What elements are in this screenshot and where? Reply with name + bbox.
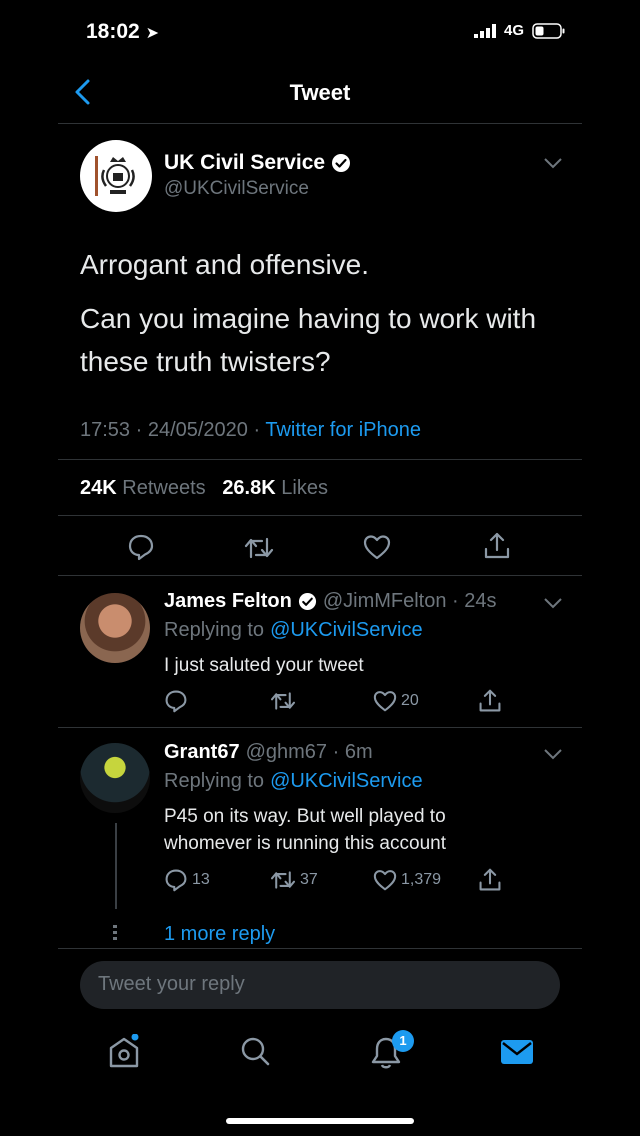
network-type: 4G [503, 22, 524, 39]
reply-reply-button[interactable] [164, 689, 192, 713]
author-name-text: UK Civil Service [164, 151, 326, 174]
like-count: 20 [401, 692, 419, 709]
reply-like-button[interactable]: 20 [373, 690, 419, 712]
like-button[interactable] [363, 534, 391, 560]
share-icon [479, 868, 501, 891]
battery-icon [532, 22, 565, 39]
replying-prefix: Replying to [164, 770, 265, 792]
divider [58, 515, 582, 516]
reply-reply-button[interactable]: 13 [164, 868, 210, 892]
like-count: 1,379 [401, 871, 442, 888]
retweets-stat[interactable]: 24K Retweets [80, 477, 206, 499]
divider [58, 459, 582, 460]
home-icon [109, 1034, 139, 1068]
retweet-button[interactable] [244, 535, 274, 561]
reply-avatar[interactable] [80, 743, 150, 813]
author-name[interactable]: UK Civil Service [164, 151, 351, 175]
retweet-icon [270, 692, 296, 710]
tweet-timestamp: 17:53 · 24/05/2020 · [80, 419, 261, 441]
tweet-meta: 17:53 · 24/05/2020 · Twitter for iPhone [80, 419, 421, 442]
reply-retweet-button[interactable] [270, 690, 300, 712]
signal-icon [473, 23, 496, 38]
reply-icon [128, 534, 154, 561]
retweet-icon [244, 537, 274, 559]
crest-logo [95, 156, 135, 196]
replying-to-link[interactable]: @UKCivilService [270, 770, 423, 793]
reply-retweet-button[interactable]: 37 [270, 869, 318, 891]
reply-share-button[interactable] [478, 688, 502, 714]
reply-author-name[interactable]: James Felton [164, 590, 292, 613]
tab-search[interactable] [239, 1034, 271, 1068]
chevron-down-icon[interactable] [543, 597, 563, 609]
status-indicators: 4G [473, 22, 566, 39]
reply-icon [165, 690, 187, 713]
tweet-text-line: Can you imagine having to work with [80, 303, 537, 334]
reply-header: James Felton @JimMFelton · 24s [164, 590, 497, 613]
chevron-down-icon[interactable] [543, 157, 563, 169]
tweet-stats: 24K Retweets 26.8K Likes [80, 477, 328, 500]
divider [58, 727, 582, 728]
reply-author-name[interactable]: Grant67 [164, 741, 240, 764]
share-icon [484, 532, 510, 559]
replying-to: Replying to @UKCivilService [164, 770, 423, 793]
more-replies-link[interactable]: 1 more reply [164, 923, 275, 946]
reply-count: 13 [192, 871, 210, 888]
tweet-text-line: Arrogant and offensive. [80, 249, 370, 280]
share-icon [479, 689, 501, 712]
status-time: 18:02 ➤ [86, 20, 159, 43]
chevron-down-icon[interactable] [543, 748, 563, 760]
reply-input[interactable]: Tweet your reply [80, 961, 560, 1009]
tweet-text-line: these truth twisters? [80, 346, 331, 377]
replying-to: Replying to @UKCivilService [164, 619, 423, 642]
replying-prefix: Replying to [164, 619, 265, 641]
author-avatar[interactable] [80, 140, 152, 212]
reply-text: I just saluted your tweet [164, 655, 364, 676]
reply-share-button[interactable] [478, 867, 502, 893]
share-button[interactable] [483, 531, 511, 561]
replying-to-link[interactable]: @UKCivilService [270, 619, 423, 642]
like-icon [373, 870, 397, 891]
retweet-icon [270, 871, 296, 889]
reply-icon [165, 869, 187, 892]
thread-line [115, 823, 117, 909]
reply-text-line: P45 on its way. But well played to [164, 806, 446, 827]
home-indicator[interactable] [226, 1118, 414, 1124]
reply-handle: @ghm67 · 6m [245, 741, 373, 763]
search-icon [241, 1037, 270, 1066]
messages-icon [501, 1040, 533, 1064]
tab-messages[interactable] [500, 1038, 534, 1066]
reply-text-line: whomever is running this account [164, 833, 446, 854]
page-title: Tweet [289, 80, 351, 105]
tab-home[interactable] [107, 1034, 141, 1070]
reply-button[interactable] [127, 533, 155, 561]
more-replies-dots [113, 925, 117, 943]
reply-avatar[interactable] [80, 593, 150, 663]
reply-like-button[interactable]: 1,379 [373, 869, 441, 891]
verified-icon [298, 592, 316, 611]
verified-icon [332, 154, 351, 172]
divider [58, 123, 582, 124]
tweet-source-link[interactable]: Twitter for iPhone [265, 419, 421, 441]
divider [58, 575, 582, 576]
author-handle: @UKCivilService [164, 178, 309, 199]
likes-stat[interactable]: 26.8K Likes [222, 477, 328, 499]
reply-handle: @JimMFelton · 24s [322, 590, 497, 612]
reply-header: Grant67 @ghm67 · 6m [164, 741, 373, 764]
retweet-count: 37 [300, 871, 318, 888]
reply-input-placeholder: Tweet your reply [98, 973, 245, 995]
like-icon [373, 691, 397, 712]
notifications-badge: 1 [392, 1030, 414, 1052]
divider [58, 948, 582, 949]
location-arrow-icon: ➤ [145, 25, 159, 42]
like-icon [363, 535, 391, 560]
